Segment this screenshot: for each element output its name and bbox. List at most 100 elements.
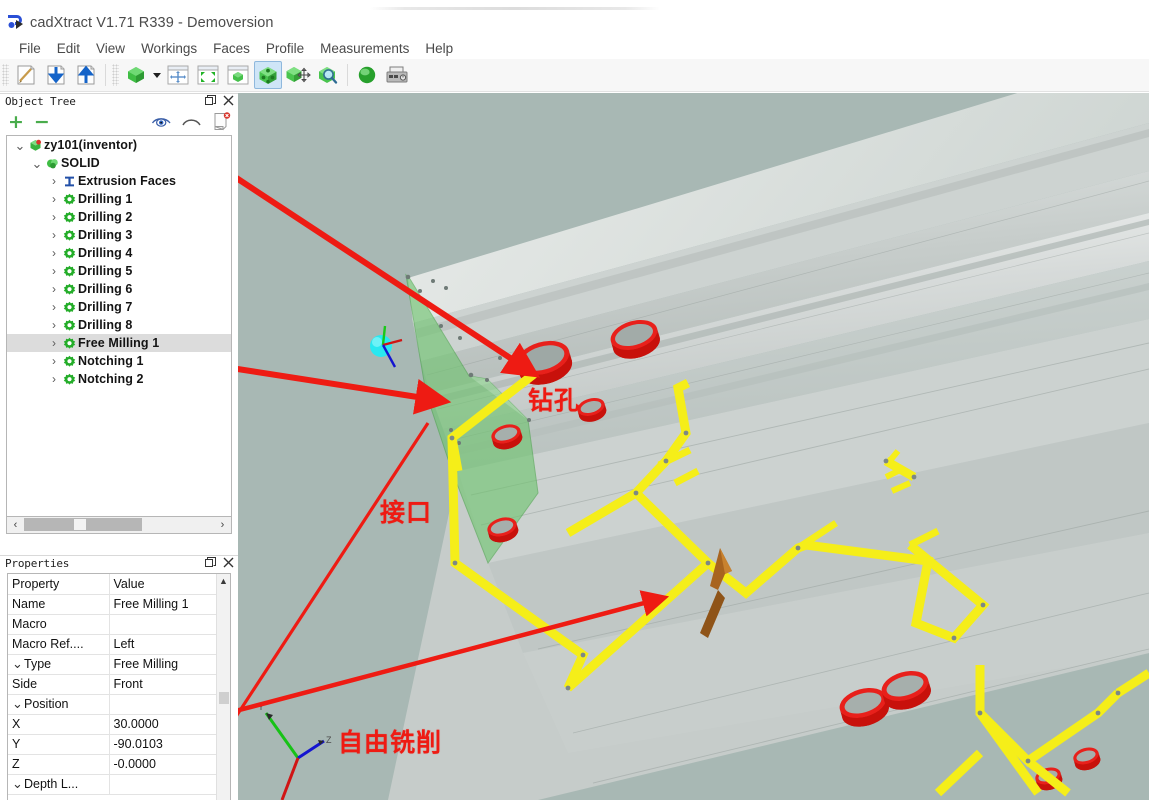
close-icon[interactable]	[223, 95, 234, 106]
tree-item-drilling-1[interactable]: › Drilling 1	[7, 190, 231, 208]
chevron-down-icon[interactable]: ⌄	[12, 776, 24, 792]
tree-item-notching-1[interactable]: › Notching 1	[7, 352, 231, 370]
chevron-right-icon[interactable]: ›	[47, 228, 61, 242]
property-value-cell[interactable]: Left	[109, 634, 230, 655]
restore-icon[interactable]	[205, 95, 216, 106]
collapse-all-button[interactable]: −	[34, 112, 50, 132]
property-name-cell: ⌄Depth L...	[8, 774, 110, 795]
menu-workings[interactable]: Workings	[133, 41, 205, 56]
properties-row[interactable]: Name Free Milling 1	[8, 594, 230, 615]
property-label: Depth L...	[24, 777, 79, 791]
menu-help[interactable]: Help	[417, 41, 461, 56]
properties-row[interactable]: ⌄Type Free Milling	[8, 654, 230, 675]
properties-row[interactable]: Side Front	[8, 674, 230, 695]
tree-item-notching-2[interactable]: › Notching 2	[7, 370, 231, 388]
chevron-right-icon[interactable]: ›	[47, 210, 61, 224]
new-sketch-icon[interactable]	[12, 61, 40, 89]
tree-item-extrusion-faces[interactable]: › Extrusion Faces	[7, 172, 231, 190]
properties-row[interactable]: Z -0.0000	[8, 754, 230, 775]
property-value-cell[interactable]: 30.0000	[109, 714, 230, 735]
chevron-right-icon[interactable]: ›	[47, 282, 61, 296]
tree-item-zy101-inventor[interactable]: ⌄ zy101(inventor)	[7, 136, 231, 154]
tree-item-drilling-5[interactable]: › Drilling 5	[7, 262, 231, 280]
menu-file[interactable]: File	[11, 41, 49, 56]
tree-item-drilling-8[interactable]: › Drilling 8	[7, 316, 231, 334]
model-root-icon	[27, 139, 44, 152]
tree-item-label: Drilling 8	[78, 318, 133, 332]
3d-viewport[interactable]: Y Z 钻孔 接口 自由铣削	[238, 93, 1149, 800]
menu-faces[interactable]: Faces	[205, 41, 258, 56]
rotate-cube-icon[interactable]	[254, 61, 282, 89]
chevron-right-icon[interactable]: ›	[47, 192, 61, 206]
zoom-magnifier-icon[interactable]	[314, 61, 342, 89]
property-value-cell[interactable]: Free Milling 1	[109, 594, 230, 615]
chevron-down-icon[interactable]: ⌄	[12, 696, 24, 712]
close-icon-properties[interactable]	[223, 557, 234, 568]
solid-cube-icon[interactable]	[122, 61, 150, 89]
tree-item-solid[interactable]: ⌄ SOLID	[7, 154, 231, 172]
properties-row[interactable]: Macro Ref.... Left	[8, 634, 230, 655]
hscroll-track[interactable]	[24, 517, 214, 533]
tree-item-drilling-6[interactable]: › Drilling 6	[7, 280, 231, 298]
import-down-arrow-icon[interactable]	[42, 61, 70, 89]
menu-edit[interactable]: Edit	[49, 41, 88, 56]
vscroll-thumb[interactable]	[219, 692, 229, 704]
chevron-down-icon[interactable]: ⌄	[13, 139, 27, 152]
properties-row[interactable]: ⌄Position	[8, 694, 230, 715]
eye-icon[interactable]	[151, 111, 172, 132]
properties-row[interactable]: Y -90.0103	[8, 734, 230, 755]
object-tree-hscrollbar[interactable]: ‹ ›	[6, 517, 232, 534]
tree-item-drilling-3[interactable]: › Drilling 3	[7, 226, 231, 244]
machine-output-icon[interactable]	[383, 61, 411, 89]
fit-center-view-icon[interactable]	[164, 61, 192, 89]
property-value-cell[interactable]: -0.0000	[109, 754, 230, 775]
dropdown-caret-icon[interactable]	[151, 62, 163, 88]
chevron-right-icon[interactable]: ›	[47, 300, 61, 314]
tree-item-drilling-4[interactable]: › Drilling 4	[7, 244, 231, 262]
chevron-right-icon[interactable]: ›	[47, 246, 61, 260]
chevron-right-icon[interactable]: ›	[47, 372, 61, 386]
chevron-right-icon[interactable]: ›	[47, 336, 61, 350]
page-delete-icon[interactable]	[211, 111, 232, 132]
property-value-cell[interactable]: -90.0103	[109, 734, 230, 755]
expand-all-button[interactable]: +	[8, 112, 24, 132]
vscroll-up-arrow[interactable]: ▲	[217, 574, 230, 588]
zoom-extents-icon[interactable]	[194, 61, 222, 89]
properties-grid[interactable]: Property Value Name Free Milling 1 Macro Macr…	[7, 573, 231, 800]
property-value-cell[interactable]	[109, 774, 230, 795]
properties-row[interactable]: ⌄Depth L...	[8, 774, 230, 795]
export-up-arrow-icon[interactable]	[72, 61, 100, 89]
object-tree-list[interactable]: ⌄ zy101(inventor) ⌄ SOLID › Extrusion Faces › D…	[6, 135, 232, 517]
properties-row[interactable]: Macro	[8, 614, 230, 635]
chevron-right-icon[interactable]: ›	[47, 354, 61, 368]
chevron-down-icon[interactable]: ⌄	[30, 157, 44, 170]
hscroll-left-arrow[interactable]: ‹	[7, 518, 24, 533]
hscroll-right-arrow[interactable]: ›	[214, 518, 231, 533]
menu-measurements[interactable]: Measurements	[312, 41, 417, 56]
shaded-cube-view-icon[interactable]	[224, 61, 252, 89]
tree-item-drilling-7[interactable]: › Drilling 7	[7, 298, 231, 316]
menu-view[interactable]: View	[88, 41, 133, 56]
tree-item-free-milling-1[interactable]: › Free Milling 1	[7, 334, 231, 352]
toolbar-grip-2[interactable]	[112, 64, 119, 86]
menu-profile[interactable]: Profile	[258, 41, 312, 56]
axis-triad: Y Z	[258, 702, 332, 800]
property-value-cell[interactable]: Free Milling	[109, 654, 230, 675]
chevron-right-icon[interactable]: ›	[47, 264, 61, 278]
property-value-cell[interactable]	[109, 614, 230, 635]
pan-cube-icon[interactable]	[284, 61, 312, 89]
property-value-cell[interactable]	[109, 694, 230, 715]
tree-item-drilling-2[interactable]: › Drilling 2	[7, 208, 231, 226]
eye-closed-icon[interactable]	[181, 111, 202, 132]
properties-row[interactable]: X 30.0000	[8, 714, 230, 735]
chevron-right-icon[interactable]: ›	[47, 174, 61, 188]
render-sphere-icon[interactable]	[353, 61, 381, 89]
toolbar-grip[interactable]	[2, 64, 9, 86]
properties-vscrollbar[interactable]: ▲	[216, 574, 230, 800]
chevron-right-icon[interactable]: ›	[47, 318, 61, 332]
hscroll-thumb[interactable]	[24, 518, 142, 531]
chevron-down-icon[interactable]: ⌄	[12, 656, 24, 672]
restore-icon-properties[interactable]	[205, 557, 216, 568]
property-value-cell[interactable]: Front	[109, 674, 230, 695]
tree-item-label: Drilling 1	[78, 192, 133, 206]
